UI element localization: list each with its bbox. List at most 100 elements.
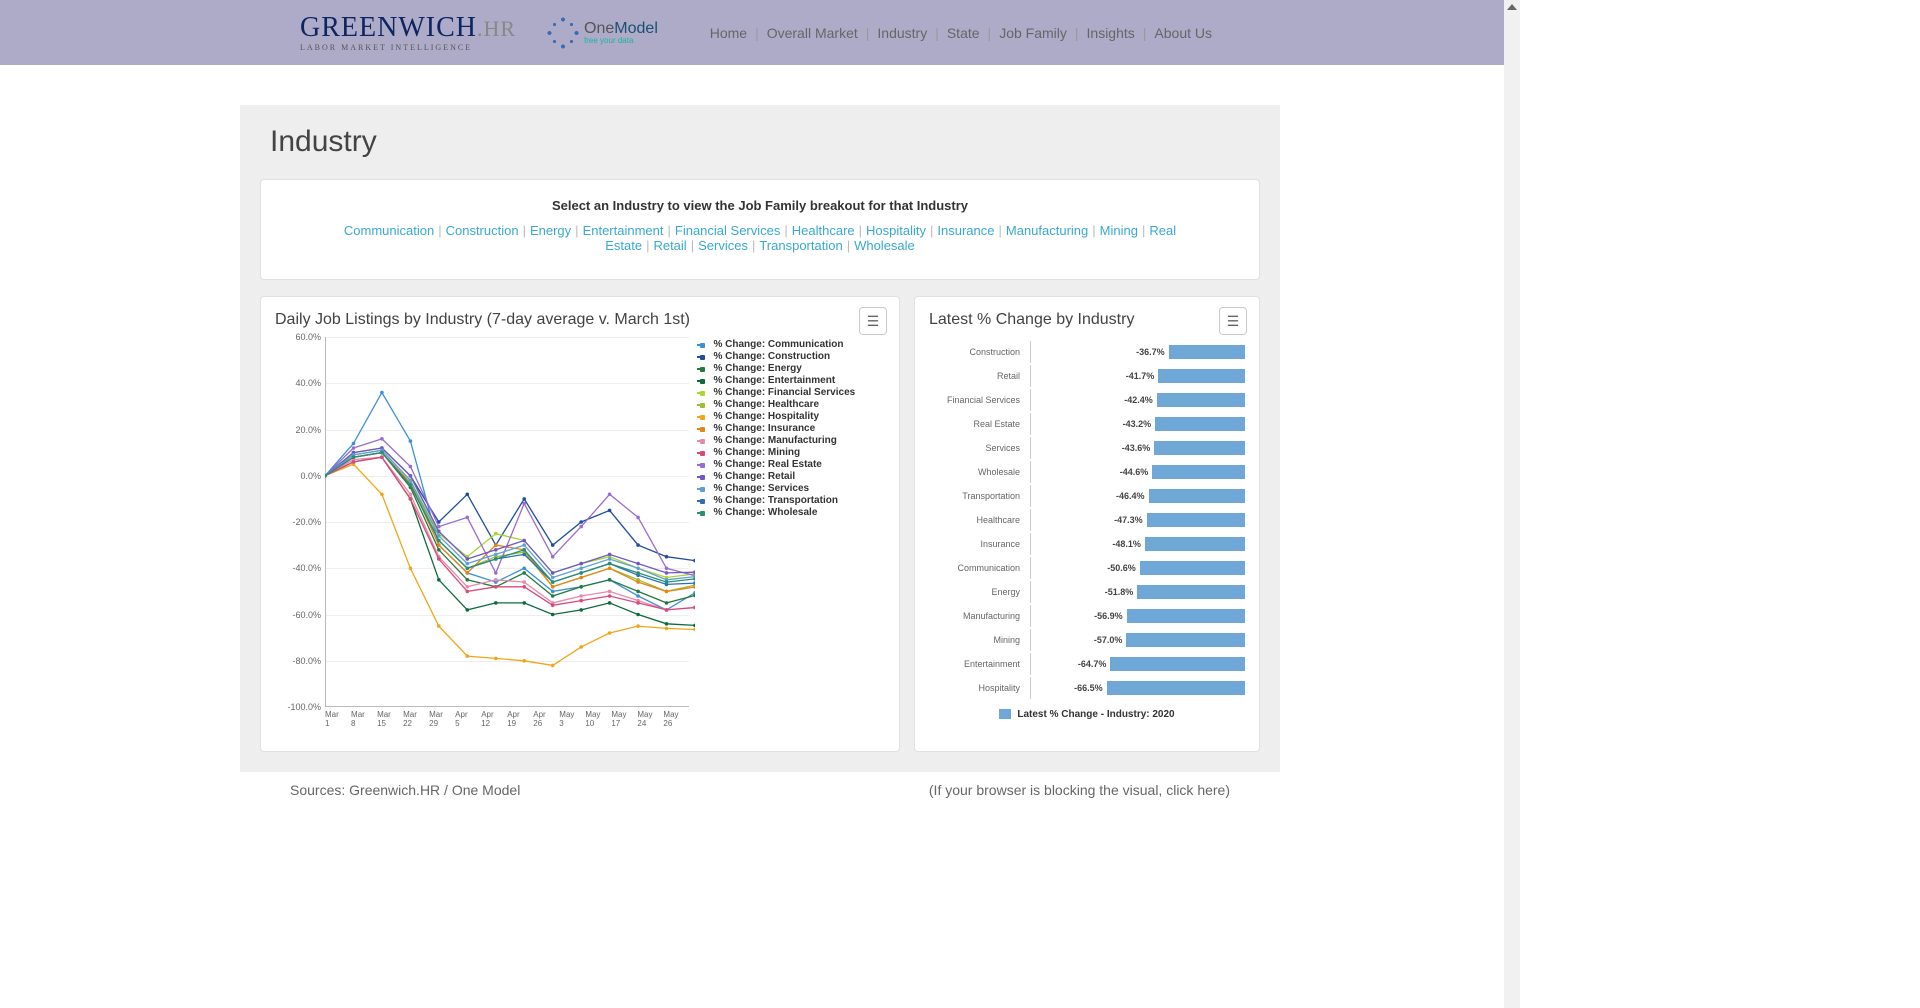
- bar-value-label: -47.3%: [1114, 515, 1143, 525]
- industry-link-hospitality[interactable]: Hospitality: [866, 223, 926, 238]
- industry-picker-heading: Select an Industry to view the Job Famil…: [281, 198, 1239, 213]
- bar-value-label: -43.2%: [1123, 419, 1152, 429]
- legend-item[interactable]: % Change: Real Estate: [697, 459, 885, 471]
- legend-swatch-icon: [697, 497, 707, 505]
- legend-item[interactable]: % Change: Communication: [697, 339, 885, 351]
- industry-link-financial-services[interactable]: Financial Services: [675, 223, 781, 238]
- bar-category-label: Healthcare: [929, 515, 1024, 525]
- bar-rect: [1145, 537, 1245, 551]
- bar-rect: [1169, 345, 1245, 359]
- nav-link-about-us[interactable]: About Us: [1146, 25, 1220, 41]
- legend-item[interactable]: % Change: Entertainment: [697, 375, 885, 387]
- bar-category-label: Wholesale: [929, 467, 1024, 477]
- bar-rect: [1110, 657, 1245, 671]
- hamburger-icon: ☰: [867, 313, 880, 330]
- bar-value-label: -36.7%: [1136, 347, 1165, 357]
- bar-chart-title: Latest % Change by Industry: [929, 311, 1245, 329]
- industry-link-healthcare[interactable]: Healthcare: [792, 223, 855, 238]
- bar-rect: [1147, 513, 1245, 527]
- legend-swatch-icon: [697, 437, 707, 445]
- legend-swatch-icon: [999, 709, 1011, 719]
- bar-value-label: -43.6%: [1122, 443, 1151, 453]
- industry-link-manufacturing[interactable]: Manufacturing: [1006, 223, 1088, 238]
- footer-left: Sources: Greenwich.HR / One Model: [290, 782, 520, 798]
- nav-link-home[interactable]: Home: [702, 25, 755, 41]
- legend-swatch-icon: [697, 377, 707, 385]
- industry-link-transportation[interactable]: Transportation: [759, 238, 842, 253]
- industry-link-wholesale[interactable]: Wholesale: [854, 238, 915, 253]
- main-nav: Home | Overall Market | Industry | State…: [702, 25, 1220, 41]
- legend-item[interactable]: % Change: Transportation: [697, 495, 885, 507]
- bar-row: Financial Services-42.4%: [929, 389, 1245, 411]
- industry-link-mining[interactable]: Mining: [1100, 223, 1138, 238]
- bar-rect: [1127, 609, 1245, 623]
- bar-rect: [1152, 465, 1245, 479]
- nav-link-state[interactable]: State: [939, 25, 988, 41]
- bar-value-label: -48.1%: [1112, 539, 1141, 549]
- page-scrollbar[interactable]: [1504, 0, 1520, 1008]
- industry-link-communication[interactable]: Communication: [344, 223, 434, 238]
- nav-link-job-family[interactable]: Job Family: [991, 25, 1075, 41]
- line-chart-title: Daily Job Listings by Industry (7-day av…: [275, 311, 885, 329]
- bar-row: Insurance-48.1%: [929, 533, 1245, 555]
- line-chart-plot[interactable]: 60.0%40.0%20.0%0.0%-20.0%-40.0%-60.0%-80…: [275, 337, 689, 737]
- bar-row: Services -43.6%: [929, 437, 1245, 459]
- bar-category-label: Entertainment: [929, 659, 1024, 669]
- logos: GREENWICH.HR LABOR MARKET INTELLIGENCE O…: [300, 14, 658, 52]
- legend-item[interactable]: % Change: Financial Services: [697, 387, 885, 399]
- bar-chart-menu-button[interactable]: ☰: [1219, 307, 1247, 335]
- legend-item[interactable]: % Change: Energy: [697, 363, 885, 375]
- legend-item[interactable]: % Change: Wholesale: [697, 507, 885, 519]
- legend-swatch-icon: [697, 461, 707, 469]
- nav-link-insights[interactable]: Insights: [1079, 25, 1143, 41]
- bar-rect: [1155, 417, 1245, 431]
- bar-value-label: -66.5%: [1074, 683, 1103, 693]
- topbar: GREENWICH.HR LABOR MARKET INTELLIGENCE O…: [0, 0, 1520, 65]
- legend-item[interactable]: % Change: Mining: [697, 447, 885, 459]
- bar-value-label: -44.6%: [1120, 467, 1149, 477]
- industry-link-insurance[interactable]: Insurance: [937, 223, 994, 238]
- industry-link-energy[interactable]: Energy: [530, 223, 571, 238]
- legend-item[interactable]: % Change: Services: [697, 483, 885, 495]
- industry-link-entertainment[interactable]: Entertainment: [583, 223, 664, 238]
- bar-row: Mining -57.0%: [929, 629, 1245, 651]
- footer-right[interactable]: (If your browser is blocking the visual,…: [929, 782, 1230, 798]
- industry-link-services[interactable]: Services: [698, 238, 748, 253]
- legend-swatch-icon: [697, 365, 707, 373]
- nav-link-industry[interactable]: Industry: [869, 25, 935, 41]
- bar-category-label: Services: [929, 443, 1024, 453]
- bar-chart-card: Latest % Change by Industry ☰ Constructi…: [914, 296, 1260, 752]
- industry-link-construction[interactable]: Construction: [446, 223, 519, 238]
- legend-item[interactable]: % Change: Insurance: [697, 423, 885, 435]
- bar-row: Retail-41.7%: [929, 365, 1245, 387]
- legend-swatch-icon: [697, 449, 707, 457]
- bar-value-label: -50.6%: [1107, 563, 1136, 573]
- bar-rect: [1149, 489, 1246, 503]
- bar-rect: [1158, 369, 1245, 383]
- industry-link-retail[interactable]: Retail: [653, 238, 686, 253]
- bar-value-label: -51.8%: [1105, 587, 1134, 597]
- charts-row: Daily Job Listings by Industry (7-day av…: [260, 296, 1260, 752]
- bar-row: Construction-36.7%: [929, 341, 1245, 363]
- bar-row: Real Estate-43.2%: [929, 413, 1245, 435]
- line-chart-menu-button[interactable]: ☰: [859, 307, 887, 335]
- bar-category-label: Mining: [929, 635, 1024, 645]
- hamburger-icon: ☰: [1227, 313, 1240, 330]
- bar-category-label: Manufacturing: [929, 611, 1024, 621]
- bar-rect: [1154, 441, 1245, 455]
- legend-item[interactable]: % Change: Retail: [697, 471, 885, 483]
- bar-chart-legend: Latest % Change - Industry: 2020: [929, 709, 1245, 720]
- bar-value-label: -46.4%: [1116, 491, 1145, 501]
- legend-item[interactable]: % Change: Manufacturing: [697, 435, 885, 447]
- legend-item[interactable]: % Change: Healthcare: [697, 399, 885, 411]
- bar-row: Entertainment -64.7%: [929, 653, 1245, 675]
- legend-item[interactable]: % Change: Construction: [697, 351, 885, 363]
- bar-value-label: -64.7%: [1078, 659, 1107, 669]
- bar-value-label: -57.0%: [1094, 635, 1123, 645]
- logo-onemodel[interactable]: OneModel free your data: [546, 16, 658, 50]
- legend-swatch-icon: [697, 425, 707, 433]
- logo-greenwich[interactable]: GREENWICH.HR LABOR MARKET INTELLIGENCE: [300, 14, 516, 52]
- nav-link-overall-market[interactable]: Overall Market: [759, 25, 866, 41]
- bar-chart[interactable]: Construction-36.7%Retail-41.7%Financial …: [929, 341, 1245, 720]
- legend-item[interactable]: % Change: Hospitality: [697, 411, 885, 423]
